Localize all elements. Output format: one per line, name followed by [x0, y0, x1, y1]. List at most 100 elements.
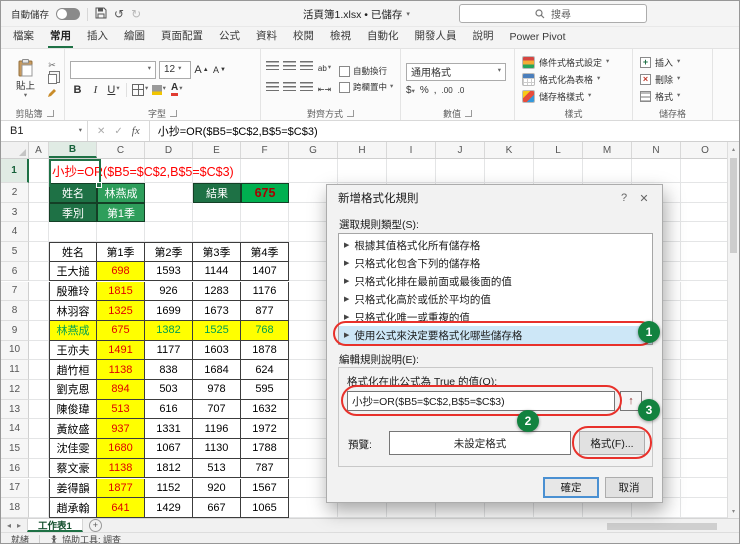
cell-F14[interactable]: 1972	[241, 419, 289, 440]
column-header-H[interactable]: H	[338, 142, 387, 158]
cell-B14[interactable]: 黃紋盛	[49, 419, 97, 440]
dialog-close-icon[interactable]: ✕	[634, 192, 654, 205]
cell-C17[interactable]: 1877	[97, 478, 145, 499]
indent-icon[interactable]: ⇤⇥	[317, 82, 332, 98]
cell-A14[interactable]	[29, 419, 49, 440]
cell-B6[interactable]: 王大搥	[49, 261, 97, 282]
cell-H1[interactable]	[338, 159, 387, 183]
cell-B15[interactable]: 沈佳雯	[49, 439, 97, 459]
row-header-5[interactable]: 5	[1, 242, 29, 262]
formula-bar-content[interactable]: 小抄=OR($B5=$C$2,B$5=$C$3)	[150, 121, 318, 141]
cell-A1[interactable]	[29, 159, 49, 183]
row-header-11[interactable]: 11	[1, 360, 29, 380]
formula-input[interactable]	[347, 391, 615, 411]
align-center-icon[interactable]	[283, 81, 296, 91]
column-header-B[interactable]: B	[49, 142, 97, 158]
align-bottom-icon[interactable]	[300, 60, 313, 70]
cell-F12[interactable]: 595	[241, 380, 289, 400]
scroll-up-icon[interactable]: ▴	[728, 143, 739, 155]
format-painter-icon[interactable]	[45, 88, 59, 99]
sheet-tab-active[interactable]: 工作表1	[27, 519, 83, 532]
accounting-format-icon[interactable]: $▾	[406, 85, 415, 96]
ok-button[interactable]: 確定	[543, 477, 599, 498]
enter-entry-icon[interactable]: ✓	[114, 126, 122, 137]
cell-A12[interactable]	[29, 380, 49, 400]
cell-O11[interactable]	[681, 360, 729, 380]
add-sheet-button[interactable]: +	[88, 519, 102, 532]
cell-A16[interactable]	[29, 458, 49, 479]
format-as-table-button[interactable]: 格式化為表格 ▾	[520, 71, 627, 88]
cell-B9[interactable]: 林燕成	[49, 320, 97, 341]
cell-A9[interactable]	[29, 320, 49, 341]
cell-E17[interactable]: 920	[193, 478, 241, 499]
cell-I1[interactable]	[387, 159, 436, 183]
cell-B16[interactable]: 蔡文豪	[49, 458, 97, 479]
tab-繪圖[interactable]: 繪圖	[116, 25, 153, 48]
cell-A11[interactable]	[29, 360, 49, 380]
cell-O2[interactable]	[681, 183, 729, 203]
cell-D10[interactable]: 1177	[145, 340, 193, 361]
accessibility-status[interactable]: 協助工具: 調查	[50, 533, 121, 543]
cell-E12[interactable]: 978	[193, 380, 241, 400]
cell-D15[interactable]: 1067	[145, 439, 193, 459]
cell-O16[interactable]	[681, 458, 729, 479]
align-left-icon[interactable]	[266, 81, 279, 91]
paste-button[interactable]: 貼上 ▾	[10, 52, 41, 106]
cell-A4[interactable]	[29, 222, 49, 243]
tab-插入[interactable]: 插入	[79, 25, 116, 48]
tab-頁面配置[interactable]: 頁面配置	[153, 25, 211, 48]
cell-O12[interactable]	[681, 380, 729, 400]
row-header-10[interactable]: 10	[1, 340, 29, 361]
cell-E16[interactable]: 513	[193, 458, 241, 479]
cell-D5[interactable]: 第2季	[145, 242, 193, 262]
fill-color-button[interactable]: ▾	[151, 82, 166, 98]
cell-A2[interactable]	[29, 183, 49, 203]
cell-F18[interactable]: 1065	[241, 498, 289, 518]
row-header-4[interactable]: 4	[1, 222, 29, 243]
cell-N1[interactable]	[632, 159, 681, 183]
tab-檔案[interactable]: 檔案	[5, 25, 42, 48]
column-header-J[interactable]: J	[436, 142, 485, 158]
cell-G1[interactable]	[289, 159, 338, 183]
cell-B18[interactable]: 趙承翰	[49, 498, 97, 518]
cell-D12[interactable]: 503	[145, 380, 193, 400]
cell-E14[interactable]: 1196	[193, 419, 241, 440]
cell-B10[interactable]: 王亦夫	[49, 340, 97, 361]
cancel-entry-icon[interactable]: ✕	[97, 126, 105, 137]
orientation-icon[interactable]: ab ▾	[317, 61, 332, 77]
cell-L1[interactable]	[534, 159, 583, 183]
cell-D6[interactable]: 1593	[145, 261, 193, 282]
cell-F11[interactable]: 624	[241, 360, 289, 380]
number-dialog-launcher-icon[interactable]	[465, 109, 472, 117]
row-header-16[interactable]: 16	[1, 458, 29, 479]
cell-O10[interactable]	[681, 340, 729, 361]
title-caret-icon[interactable]: ▾	[406, 10, 410, 18]
wrap-text-button[interactable]: 自動換行	[339, 65, 393, 77]
cell-C12[interactable]: 894	[97, 380, 145, 400]
cell-A8[interactable]	[29, 301, 49, 321]
rule-type-option-3[interactable]: ▶ 只格式化排在最前面或最後面的值	[339, 272, 652, 290]
tab-開發人員[interactable]: 開發人員	[407, 25, 465, 48]
dialog-help-icon[interactable]: ?	[614, 192, 634, 204]
cell-B12[interactable]: 劉克恩	[49, 380, 97, 400]
row-header-1[interactable]: 1	[1, 159, 29, 183]
cell-E10[interactable]: 1603	[193, 340, 241, 361]
underline-button[interactable]: U ▾	[106, 82, 121, 98]
format-button[interactable]: 格式(F)...	[579, 431, 645, 455]
row-header-13[interactable]: 13	[1, 399, 29, 420]
cell-O14[interactable]	[681, 419, 729, 440]
cell-D17[interactable]: 1152	[145, 478, 193, 499]
cell-B2[interactable]: 姓名	[49, 183, 97, 203]
italic-button[interactable]: I	[88, 82, 103, 98]
cell-C5[interactable]: 第1季	[97, 242, 145, 262]
row-header-3[interactable]: 3	[1, 202, 29, 223]
font-dialog-launcher-icon[interactable]	[170, 109, 177, 117]
cell-E6[interactable]: 1144	[193, 261, 241, 282]
cell-F3[interactable]	[241, 202, 289, 223]
row-header-18[interactable]: 18	[1, 498, 29, 518]
cell-O5[interactable]	[681, 242, 729, 262]
scroll-down-icon[interactable]: ▾	[728, 505, 739, 517]
cell-A10[interactable]	[29, 340, 49, 361]
cell-A7[interactable]	[29, 281, 49, 302]
cell-J1[interactable]	[436, 159, 485, 183]
